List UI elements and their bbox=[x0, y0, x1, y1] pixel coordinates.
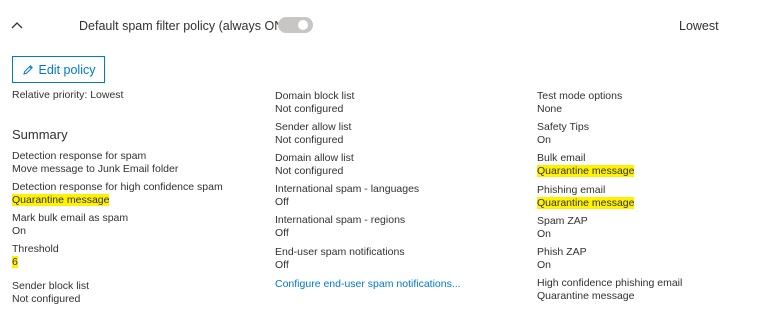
detail-value: On bbox=[537, 258, 552, 271]
detail-label: Safety Tips bbox=[537, 121, 589, 133]
edit-policy-label: Edit policy bbox=[38, 62, 96, 77]
detail-value: Not configured bbox=[275, 102, 344, 115]
detail-value: On bbox=[12, 224, 27, 237]
detail-label: International spam - regions bbox=[275, 214, 406, 226]
relative-priority: Relative priority: Lowest bbox=[12, 89, 124, 101]
detail-label: Domain block list bbox=[275, 90, 355, 102]
detail-value: Off bbox=[275, 226, 289, 239]
detail-item: Bulk email Quarantine message bbox=[537, 152, 635, 177]
detail-item: Phish ZAP On bbox=[537, 246, 587, 271]
detail-label: Spam ZAP bbox=[537, 215, 588, 227]
policy-name: Default spam filter policy (always ON) bbox=[79, 19, 288, 33]
detail-item: Phishing email Quarantine message bbox=[537, 184, 635, 209]
detail-value: Not configured bbox=[12, 292, 81, 305]
detail-item: End-user spam notifications Off bbox=[275, 246, 405, 271]
toggle-knob bbox=[298, 20, 308, 30]
detail-item: Domain block list Not configured bbox=[275, 90, 354, 115]
policy-priority: Lowest bbox=[679, 19, 719, 33]
edit-policy-button[interactable]: Edit policy bbox=[12, 56, 105, 83]
detail-item: High confidence phishing email Quarantin… bbox=[537, 277, 682, 302]
detail-value: Not configured bbox=[275, 133, 344, 146]
detail-label: Threshold bbox=[12, 243, 59, 255]
detail-label: Mark bulk email as spam bbox=[12, 212, 129, 224]
detail-item: Sender allow list Not configured bbox=[275, 121, 351, 146]
detail-label: Bulk email bbox=[537, 152, 586, 164]
detail-item: Spam ZAP On bbox=[537, 215, 588, 240]
detail-label: Test mode options bbox=[537, 90, 623, 102]
detail-label: Sender block list bbox=[12, 280, 90, 292]
detail-label: Phishing email bbox=[537, 184, 606, 196]
detail-value-highlighted: 6 bbox=[12, 255, 18, 268]
detail-item: Mark bulk email as spam On bbox=[12, 212, 128, 237]
detail-label: Detection response for high confidence s… bbox=[12, 181, 223, 193]
detail-value-highlighted: Quarantine message bbox=[537, 164, 635, 177]
detail-label: High confidence phishing email bbox=[537, 277, 683, 289]
detail-label: Sender allow list bbox=[275, 121, 352, 133]
chevron-up-icon bbox=[11, 22, 23, 29]
detail-value-highlighted: Quarantine message bbox=[12, 193, 110, 206]
detail-item: International spam - languages Off bbox=[275, 183, 419, 208]
detail-value-highlighted: Quarantine message bbox=[537, 196, 635, 209]
collapse-chevron-button[interactable] bbox=[10, 18, 24, 32]
detail-value: On bbox=[537, 133, 552, 146]
detail-item: Domain allow list Not configured bbox=[275, 152, 354, 177]
detail-item: Threshold 6 bbox=[12, 243, 59, 268]
detail-item: Detection response for high confidence s… bbox=[12, 181, 223, 206]
detail-label: Detection response for spam bbox=[12, 150, 147, 162]
detail-item: Test mode options None bbox=[537, 90, 622, 115]
detail-value: Not configured bbox=[275, 164, 344, 177]
detail-item: Detection response for spam Move message… bbox=[12, 150, 178, 175]
detail-label: End-user spam notifications bbox=[275, 246, 405, 258]
detail-label: Domain allow list bbox=[275, 152, 354, 164]
detail-label: Phish ZAP bbox=[537, 246, 587, 258]
detail-item: International spam - regions Off bbox=[275, 214, 405, 239]
detail-value: Move message to Junk Email folder bbox=[12, 162, 179, 175]
detail-item: Safety Tips On bbox=[537, 121, 589, 146]
configure-notifications-link[interactable]: Configure end-user spam notifications... bbox=[275, 278, 461, 290]
summary-heading: Summary bbox=[12, 127, 68, 142]
detail-value: Off bbox=[275, 195, 289, 208]
detail-value: On bbox=[537, 227, 552, 240]
detail-value: Quarantine message bbox=[537, 289, 635, 302]
pencil-icon bbox=[22, 64, 33, 75]
detail-value: None bbox=[537, 102, 563, 115]
detail-item: Sender block list Not configured bbox=[12, 280, 89, 305]
detail-label: International spam - languages bbox=[275, 183, 420, 195]
policy-toggle[interactable] bbox=[278, 17, 313, 33]
detail-value: Off bbox=[275, 258, 289, 271]
